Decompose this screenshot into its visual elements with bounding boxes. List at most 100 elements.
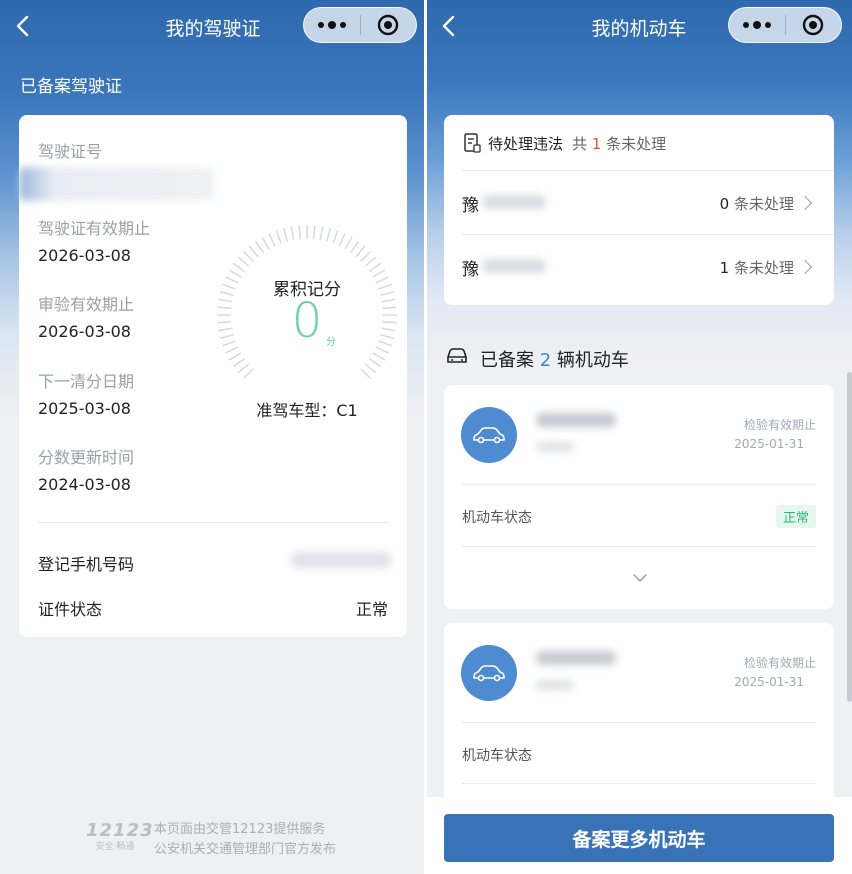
vehicle-status-badge: 正常	[775, 505, 816, 528]
gauge-tick	[237, 363, 250, 374]
screen-divider	[424, 0, 427, 874]
gauge-tick	[332, 230, 339, 244]
document-icon	[464, 133, 481, 153]
gauge-tick	[232, 358, 246, 368]
gauge-tick	[319, 226, 324, 241]
plate-prefix: 豫	[462, 260, 479, 280]
car-outline-icon	[447, 348, 467, 363]
gauge-tick	[254, 240, 264, 254]
score-value: 0	[291, 293, 323, 349]
app-logo: 12123 安全·畅通	[86, 820, 154, 852]
footer-text: 本页面由交管12123提供服务 公安机关交通管理部门官方发布	[154, 820, 336, 860]
gauge-tick	[228, 352, 242, 361]
footer-line-1: 本页面由交管12123提供服务	[154, 822, 326, 837]
divider	[38, 522, 388, 523]
divider	[462, 484, 816, 485]
violation-row[interactable]: 豫 1 条未处理	[444, 235, 834, 298]
car-icon	[473, 427, 505, 444]
gauge-tick	[350, 240, 360, 254]
gauge-tick	[298, 225, 302, 240]
gauge-tick	[364, 256, 377, 267]
phone-masked	[291, 552, 391, 568]
next-clear-date-value: 2025-03-08	[38, 399, 131, 418]
close-mini-program-button[interactable]	[360, 8, 416, 42]
gauge-tick	[242, 368, 254, 380]
car-avatar	[461, 407, 517, 463]
gauge-tick	[232, 262, 246, 272]
nav-bar: 我的驾驶证	[0, 0, 426, 56]
gauge-tick	[312, 225, 316, 240]
gauge-tick	[268, 233, 276, 247]
violation-count-text: 1 条未处理	[719, 259, 794, 277]
divider	[462, 722, 816, 723]
inspection-value: 2025-01-31	[734, 675, 804, 689]
driver-license-screen: 我的驾驶证 已备案驾驶证 驾驶证号 驾驶证有效期止 2026-03-08 审验有…	[0, 0, 426, 874]
more-dots-icon	[317, 21, 346, 29]
gauge-tick	[261, 236, 270, 250]
car-icon	[473, 665, 505, 682]
gauge-tick	[360, 250, 372, 262]
target-icon	[803, 14, 824, 36]
divider	[462, 783, 816, 784]
gauge-tick	[364, 363, 377, 374]
audit-validity-label: 审验有效期止	[38, 295, 135, 314]
violation-row[interactable]: 豫 0 条未处理	[444, 171, 834, 234]
violations-title: 待处理违法	[488, 135, 564, 153]
gauge-tick	[368, 262, 382, 272]
gauge-tick	[325, 227, 331, 242]
plate-prefix: 豫	[462, 196, 479, 216]
violations-count: 1	[591, 135, 602, 153]
close-mini-program-button[interactable]	[785, 8, 841, 42]
footer: 12123 安全·畅通 本页面由交管12123提供服务 公安机关交通管理部门官方…	[0, 818, 426, 862]
score-update-value: 2024-03-08	[38, 475, 131, 494]
chevron-right-icon	[797, 195, 813, 211]
plate-masked	[536, 413, 616, 427]
vehicles-count: 2	[539, 350, 552, 371]
plate-masked	[482, 259, 546, 273]
score-unit: 分	[326, 337, 336, 348]
inspection-label: 检验有效期止	[743, 418, 816, 432]
scrollbar[interactable]	[847, 372, 852, 702]
violations-summary: 共 1 条未处理	[572, 135, 667, 153]
target-icon	[378, 14, 399, 36]
gauge-tick	[283, 227, 289, 242]
mini-program-capsule	[303, 7, 417, 43]
gauge-tick	[372, 352, 386, 361]
inspection-label: 检验有效期止	[743, 656, 816, 670]
chevron-down-icon[interactable]	[632, 573, 648, 583]
more-button[interactable]	[304, 8, 360, 42]
gauge-tick	[344, 236, 353, 250]
violations-card: 待处理违法 共 1 条未处理 豫 0 条未处理 豫 1 条未处理	[444, 115, 834, 305]
mini-program-capsule	[728, 7, 842, 43]
status-value: 正常	[355, 600, 388, 619]
vehicle-status-label: 机动车状态	[462, 510, 532, 526]
my-vehicles-screen: 我的机动车 待处理违法 共 1 条未处理 豫 0 条未处理 豫 1 条未处理 已…	[426, 0, 852, 874]
gauge-tick	[275, 230, 282, 244]
license-validity-label: 驾驶证有效期止	[38, 219, 151, 238]
more-button[interactable]	[729, 8, 785, 42]
score-update-label: 分数更新时间	[38, 448, 135, 467]
license-number-label: 驾驶证号	[38, 142, 103, 161]
license-validity-value: 2026-03-08	[38, 246, 131, 265]
vehicle-card[interactable]: 检验有效期止 2025-01-31 机动车状态 正常	[444, 385, 834, 609]
permitted-vehicle-type: 准驾车型：C1	[256, 401, 358, 420]
violation-count-text: 0 条未处理	[719, 195, 794, 213]
gauge-tick	[360, 368, 372, 380]
more-dots-icon	[742, 21, 771, 29]
status-label: 证件状态	[38, 600, 103, 619]
audit-validity-value: 2026-03-08	[38, 322, 131, 341]
plate-masked	[536, 651, 616, 665]
vehicle-type-masked	[536, 680, 574, 690]
next-clear-date-label: 下一清分日期	[38, 372, 135, 391]
license-card: 驾驶证号 驾驶证有效期止 2026-03-08 审验有效期止 2026-03-0…	[19, 115, 407, 637]
gauge-tick	[248, 245, 259, 258]
plate-masked	[482, 195, 546, 209]
vehicles-heading: 已备案 2 辆机动车	[480, 350, 629, 371]
gauge-tick	[368, 358, 382, 368]
car-avatar	[461, 645, 517, 701]
nav-bar: 我的机动车	[426, 0, 852, 56]
inspection-value: 2025-01-31	[734, 437, 804, 451]
gauge-tick	[242, 250, 254, 262]
register-vehicle-button[interactable]: 备案更多机动车	[444, 814, 834, 862]
section-heading: 已备案驾驶证	[20, 77, 122, 97]
